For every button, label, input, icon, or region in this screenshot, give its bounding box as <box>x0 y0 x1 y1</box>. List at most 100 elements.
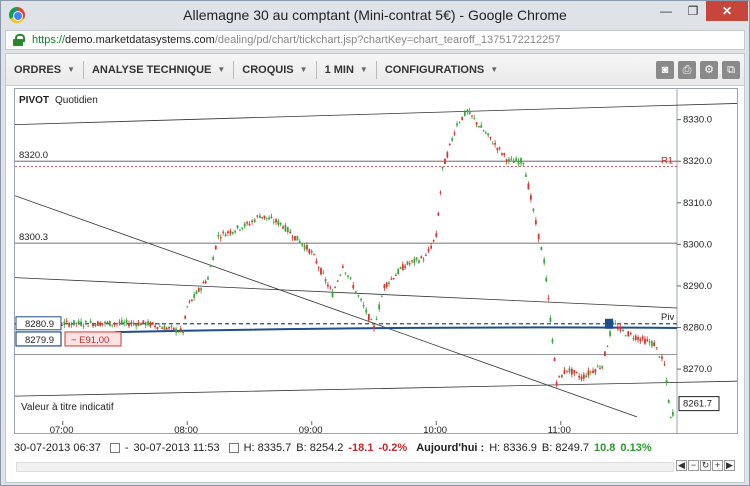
zoom-controls: ◀ − ↻ + ▶ <box>676 460 735 471</box>
scroll-right-icon[interactable]: ▶ <box>724 460 735 471</box>
print-icon[interactable]: ⎙ <box>678 61 696 79</box>
zoom-in-icon[interactable]: + <box>712 460 723 471</box>
candle-body <box>137 322 140 326</box>
candle-body <box>277 220 280 225</box>
candle-body <box>202 282 205 284</box>
candle-body <box>268 217 271 220</box>
candle-body <box>186 306 189 308</box>
candle-body <box>70 324 73 326</box>
candle-body <box>73 320 75 325</box>
chart-labels: PIVOT Quotidien Valeur à titre indicatif <box>19 95 114 413</box>
url-scheme: https:// <box>32 34 66 46</box>
reset-icon[interactable]: ↻ <box>700 460 711 471</box>
url-text[interactable]: https://demo.marketdatasystems.com/deali… <box>32 34 560 46</box>
candle-body <box>322 272 325 274</box>
range-change: -18.1 <box>348 442 374 454</box>
menu-sketches[interactable]: CROQUIS ▼ <box>234 60 317 79</box>
candle-body <box>123 322 126 324</box>
candle-body <box>147 321 149 326</box>
today-high: H: 8336.9 <box>489 442 537 454</box>
candle-body <box>392 278 395 280</box>
candle-body <box>334 287 337 289</box>
candle-body <box>120 320 123 324</box>
candle-body <box>395 275 397 277</box>
candle-body <box>144 322 147 326</box>
address-bar[interactable]: https://demo.marketdatasystems.com/deali… <box>5 30 745 50</box>
candle-body <box>461 116 464 120</box>
menu-analysis-label: ANALYSE TECHNIQUE <box>91 63 212 76</box>
candle-body <box>619 326 622 331</box>
chevron-down-icon: ▼ <box>217 65 226 74</box>
candle-body <box>75 322 78 324</box>
gear-icon[interactable]: ⚙ <box>700 61 718 79</box>
menu-settings[interactable]: CONFIGURATIONS ▼ <box>377 61 506 79</box>
candle-body <box>360 299 362 301</box>
candle-body <box>229 230 232 234</box>
zoom-out-icon[interactable]: − <box>688 460 699 471</box>
trend-line <box>14 380 738 397</box>
candle-body <box>375 319 378 321</box>
maximize-button[interactable]: ❐ <box>679 1 707 21</box>
current-price-label: 8261.7 <box>683 399 712 410</box>
menu-orders[interactable]: ORDRES ▼ <box>6 60 84 79</box>
candle-body <box>496 147 499 151</box>
candles <box>20 107 674 419</box>
menu-technical-analysis[interactable]: ANALYSE TECHNIQUE ▼ <box>84 60 235 79</box>
scroll-left-icon[interactable]: ◀ <box>676 460 687 471</box>
price-badge-top-text: 8280.9 <box>25 319 54 330</box>
candle-body <box>648 341 651 343</box>
candle-body <box>296 235 299 241</box>
candle-body <box>553 358 556 362</box>
candle-body <box>294 235 296 241</box>
x-tick-label: 11:00 <box>548 425 571 433</box>
candle-body <box>116 323 118 325</box>
candle-body <box>432 239 435 242</box>
popout-icon[interactable]: ⧉ <box>722 61 740 79</box>
calendar-icon[interactable] <box>109 443 120 453</box>
chart-scrollbar[interactable] <box>16 462 674 472</box>
candle-body <box>209 266 212 268</box>
candle-body <box>63 321 66 325</box>
candle-body <box>406 261 409 265</box>
order-handle <box>605 318 613 329</box>
candle-body <box>501 153 503 155</box>
candle-body <box>456 123 458 126</box>
candle-body <box>484 132 487 134</box>
candle-body <box>380 296 383 298</box>
candle-body <box>182 331 184 334</box>
range-from: 30-07-2013 06:37 <box>14 442 101 454</box>
candle-body <box>367 313 370 321</box>
close-button[interactable]: ✕ <box>706 1 748 21</box>
candle-body <box>87 325 90 327</box>
range-high: H: 8335.7 <box>243 442 292 454</box>
candle-body <box>177 331 180 333</box>
candle-body <box>418 260 420 263</box>
candle-body <box>653 342 656 347</box>
candle-body <box>517 160 520 165</box>
candle-body <box>503 153 506 155</box>
calendar-icon[interactable] <box>228 443 239 453</box>
candle-body <box>132 323 135 325</box>
candle-body <box>634 335 637 341</box>
candle-body <box>195 291 198 295</box>
candle-body <box>306 245 308 250</box>
camera-icon[interactable]: ◙ <box>656 61 674 79</box>
candle-body <box>601 366 604 369</box>
candle-body <box>424 255 427 257</box>
candle-body <box>82 325 85 327</box>
r1-label: R1 <box>661 156 673 167</box>
menu-interval[interactable]: 1 MIN ▼ <box>317 60 377 79</box>
candle-body <box>637 337 639 340</box>
candle-body <box>491 143 494 145</box>
pivot-label: PIVOT <box>19 95 49 106</box>
candle-body <box>68 323 71 327</box>
candle-body <box>80 321 82 326</box>
candle-body <box>537 233 540 240</box>
price-chart[interactable]: 8330.0 8320.0 8310.0 8300.0 8290.0 8280.0 8270… <box>14 88 738 436</box>
candle-body <box>234 230 237 233</box>
candle-body <box>111 324 114 326</box>
candle-body <box>336 280 339 282</box>
minimize-button[interactable]: — <box>652 1 680 21</box>
range-change-pct: -0.2% <box>378 442 408 454</box>
candle-body <box>331 292 334 298</box>
